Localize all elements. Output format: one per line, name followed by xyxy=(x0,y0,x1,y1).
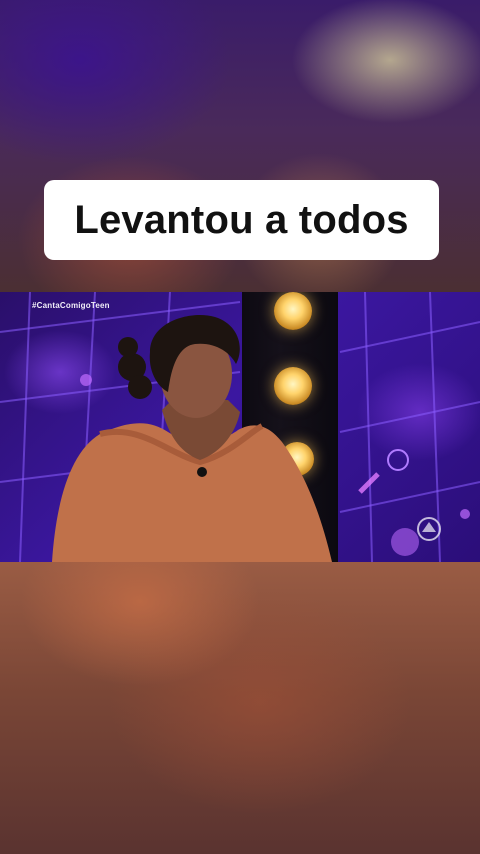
singer-figure xyxy=(52,315,332,562)
caption-text: Levantou a todos xyxy=(74,197,409,242)
blurred-background-bottom xyxy=(0,562,480,854)
broadcaster-logo-icon xyxy=(417,517,441,541)
video-frame[interactable]: #CantaComigoTeen xyxy=(0,292,480,562)
program-hashtag: #CantaComigoTeen xyxy=(32,301,110,310)
caption-box: Levantou a todos xyxy=(44,180,439,260)
